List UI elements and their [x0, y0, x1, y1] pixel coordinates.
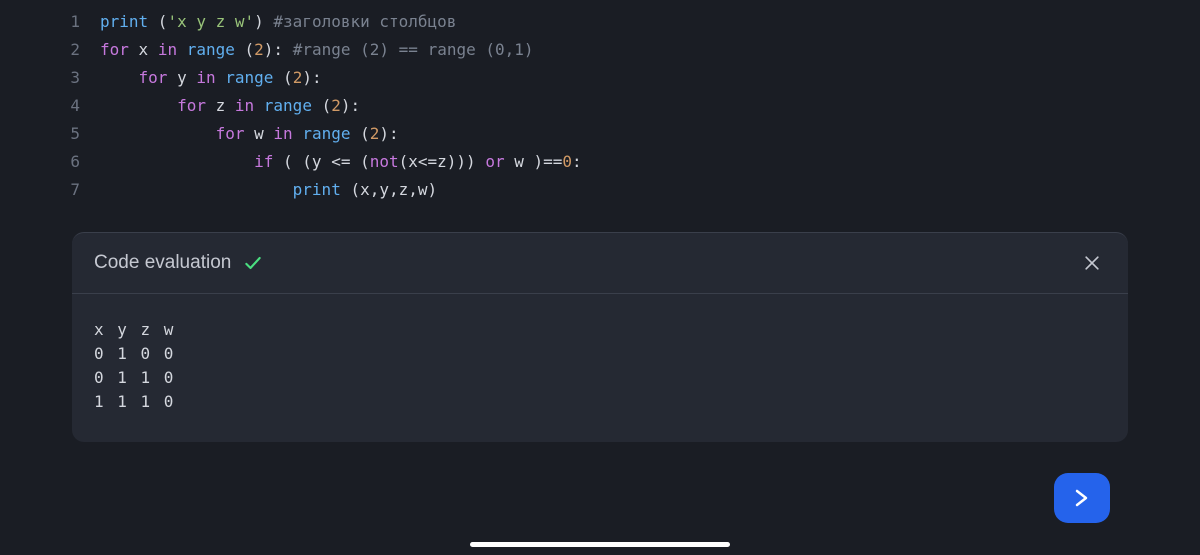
token: x — [129, 40, 158, 59]
token: 0 — [562, 152, 572, 171]
token: 2 — [331, 96, 341, 115]
line-number: 1 — [0, 8, 100, 36]
code-line[interactable]: 1print ('x y z w') #заголовки столбцов — [0, 8, 1200, 36]
token: ): — [264, 40, 293, 59]
token: y — [167, 68, 196, 87]
token: ( — [235, 40, 254, 59]
line-number: 5 — [0, 120, 100, 148]
code-line[interactable]: 5 for w in range (2): — [0, 120, 1200, 148]
line-content[interactable]: for x in range (2): #range (2) == range … — [100, 36, 534, 64]
token — [100, 180, 293, 199]
token: or — [485, 152, 504, 171]
token: ( — [273, 68, 292, 87]
token — [100, 68, 139, 87]
token: (x,y,z,w) — [341, 180, 437, 199]
send-button[interactable] — [1054, 473, 1110, 523]
token — [100, 124, 216, 143]
line-content[interactable]: for y in range (2): — [100, 64, 322, 92]
line-content[interactable]: for z in range (2): — [100, 92, 360, 120]
evaluation-title: Code evaluation — [94, 252, 231, 274]
check-icon — [243, 253, 263, 273]
token: print — [293, 180, 341, 199]
home-indicator[interactable] — [470, 542, 730, 547]
token: (x<=z))) — [399, 152, 486, 171]
token: ): — [379, 124, 398, 143]
token: 2 — [254, 40, 264, 59]
token: range — [225, 68, 273, 87]
code-editor[interactable]: 1print ('x y z w') #заголовки столбцов2f… — [0, 0, 1200, 224]
token: not — [370, 152, 399, 171]
line-content[interactable]: print (x,y,z,w) — [100, 176, 437, 204]
line-number: 3 — [0, 64, 100, 92]
token: in — [196, 68, 215, 87]
token: 'x y z w' — [167, 12, 254, 31]
token: for — [177, 96, 206, 115]
token: z — [206, 96, 235, 115]
code-line[interactable]: 3 for y in range (2): — [0, 64, 1200, 92]
token — [254, 96, 264, 115]
line-number: 6 — [0, 148, 100, 176]
line-number: 4 — [0, 92, 100, 120]
token: range — [187, 40, 235, 59]
token: in — [235, 96, 254, 115]
code-line[interactable]: 2for x in range (2): #range (2) == range… — [0, 36, 1200, 64]
close-button[interactable] — [1078, 249, 1106, 277]
code-line[interactable]: 4 for z in range (2): — [0, 92, 1200, 120]
token: ): — [302, 68, 321, 87]
token: if — [254, 152, 273, 171]
token: ): — [341, 96, 360, 115]
token: 2 — [370, 124, 380, 143]
token — [177, 40, 187, 59]
token: range — [264, 96, 312, 115]
token — [100, 152, 254, 171]
token: for — [100, 40, 129, 59]
evaluation-output: x y z w 0 1 0 0 0 1 1 0 1 1 1 0 — [72, 294, 1128, 442]
line-content[interactable]: if ( (y <= (not(x<=z))) or w )==0: — [100, 148, 582, 176]
code-line[interactable]: 6 if ( (y <= (not(x<=z))) or w )==0: — [0, 148, 1200, 176]
token: in — [273, 124, 292, 143]
token: ( — [350, 124, 369, 143]
token: ( — [312, 96, 331, 115]
token: #заголовки столбцов — [273, 12, 456, 31]
token: 2 — [293, 68, 303, 87]
code-line[interactable]: 7 print (x,y,z,w) — [0, 176, 1200, 204]
token: for — [216, 124, 245, 143]
token — [216, 68, 226, 87]
line-number: 2 — [0, 36, 100, 64]
token: range — [302, 124, 350, 143]
evaluation-panel: Code evaluation x y z w 0 1 0 0 0 1 1 0 … — [72, 232, 1128, 442]
token: w )== — [505, 152, 563, 171]
token — [293, 124, 303, 143]
token: #range (2) == range (0,1) — [293, 40, 534, 59]
token: : — [572, 152, 582, 171]
token: ( — [148, 12, 167, 31]
evaluation-header: Code evaluation — [72, 233, 1128, 294]
token: in — [158, 40, 177, 59]
line-content[interactable]: for w in range (2): — [100, 120, 399, 148]
token — [100, 96, 177, 115]
line-content[interactable]: print ('x y z w') #заголовки столбцов — [100, 8, 456, 36]
token: for — [139, 68, 168, 87]
line-number: 7 — [0, 176, 100, 204]
token: print — [100, 12, 148, 31]
token: ) — [254, 12, 273, 31]
token: ( (y <= ( — [273, 152, 369, 171]
token: w — [245, 124, 274, 143]
